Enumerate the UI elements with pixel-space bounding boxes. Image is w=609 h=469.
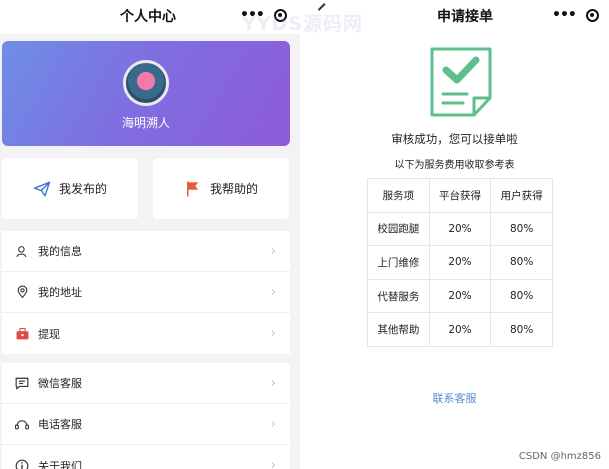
user-icon [15,244,29,258]
info-icon [15,459,29,469]
paper-plane-icon [33,181,51,196]
location-icon [15,285,29,299]
profile-screen: 个人中心 ••• 海明溯人 我发布的 我帮助的 我的信息 › 我的地址 › 提现… [0,0,300,469]
chevron-right-icon: › [270,326,276,341]
page-title: 个人中心 [120,9,176,25]
success-message: 审核成功，您可以接单啦 [391,132,518,146]
table-cell: 20% [428,245,492,280]
mini-program-capsule[interactable]: ••• [552,4,599,26]
column-header: 用户获得 [490,178,553,213]
chat-icon [15,376,29,390]
menu-item-wechat-support[interactable]: 微信客服 › [2,363,290,404]
my-posts-button[interactable]: 我发布的 [2,158,138,219]
table-cell: 校园跑腿 [367,211,430,247]
table-header-row: 服务项 平台获得 用户获得 [367,178,553,213]
menu-label: 微信客服 [38,377,82,390]
menu-label: 我的信息 [38,245,82,258]
my-posts-label: 我发布的 [58,182,107,196]
menu-label: 关于我们 [38,459,82,469]
table-cell: 80% [490,312,553,347]
menu-item-withdraw[interactable]: 提现 › [2,313,290,354]
menu-label: 提现 [38,327,60,341]
fee-table-caption: 以下为服务费用收取参考表 [394,160,515,171]
headset-icon [15,417,29,431]
contact-support-link[interactable]: 联系客服 [300,390,609,406]
flag-icon [186,181,199,196]
author-credit: CSDN @hmz856 [518,451,601,462]
table-cell: 代替服务 [367,278,430,314]
table-cell: 80% [490,211,553,247]
avatar[interactable] [123,60,169,106]
menu-label: 电话客服 [38,418,82,431]
menu-item-my-info[interactable]: 我的信息 › [2,231,290,272]
account-menu: 我的信息 › 我的地址 › 提现 › [2,231,290,354]
table-cell: 80% [490,278,553,314]
table-cell: 20% [428,211,492,247]
table-row: 校园跑腿 20% 80% [367,211,553,247]
menu-item-phone-support[interactable]: 电话客服 › [2,404,290,445]
table-cell: 20% [428,278,492,314]
apply-orders-screen: 申请接单 ••• 审核成功，您可以接单啦 以下为服务费用收取参考表 服务项 平台… [300,0,609,469]
chevron-right-icon: › [270,285,276,300]
chevron-right-icon: › [270,417,276,432]
chevron-right-icon: › [270,244,276,259]
table-cell: 20% [428,312,492,347]
menu-item-my-address[interactable]: 我的地址 › [2,272,290,313]
table-cell: 其他帮助 [367,312,430,347]
fee-table: 服务项 平台获得 用户获得 校园跑腿 20% 80% 上门维修 20% 80% … [367,178,553,347]
my-helps-label: 我帮助的 [209,182,258,196]
support-menu: 微信客服 › 电话客服 › 关于我们 › [2,363,290,469]
table-row: 上门维修 20% 80% [367,245,553,280]
my-helps-button[interactable]: 我帮助的 [153,158,289,219]
table-cell: 上门维修 [367,245,430,280]
profile-card: 海明溯人 [2,41,290,146]
menu-item-about-us[interactable]: 关于我们 › [2,445,290,469]
close-capsule-icon[interactable] [585,8,599,22]
approved-document-icon [430,47,492,117]
site-watermark: YYDS源码网 [242,13,363,35]
column-header: 服务项 [367,178,430,213]
wallet-icon [15,327,29,341]
table-cell: 80% [490,245,553,280]
chevron-right-icon: › [270,376,276,391]
nickname: 海明溯人 [121,116,170,130]
more-icon[interactable]: ••• [552,7,577,23]
page-title: 申请接单 [437,9,493,25]
table-row: 代替服务 20% 80% [367,278,553,314]
table-row: 其他帮助 20% 80% [367,312,553,347]
column-header: 平台获得 [428,178,492,213]
menu-label: 我的地址 [38,286,82,299]
chevron-right-icon: › [270,458,276,469]
